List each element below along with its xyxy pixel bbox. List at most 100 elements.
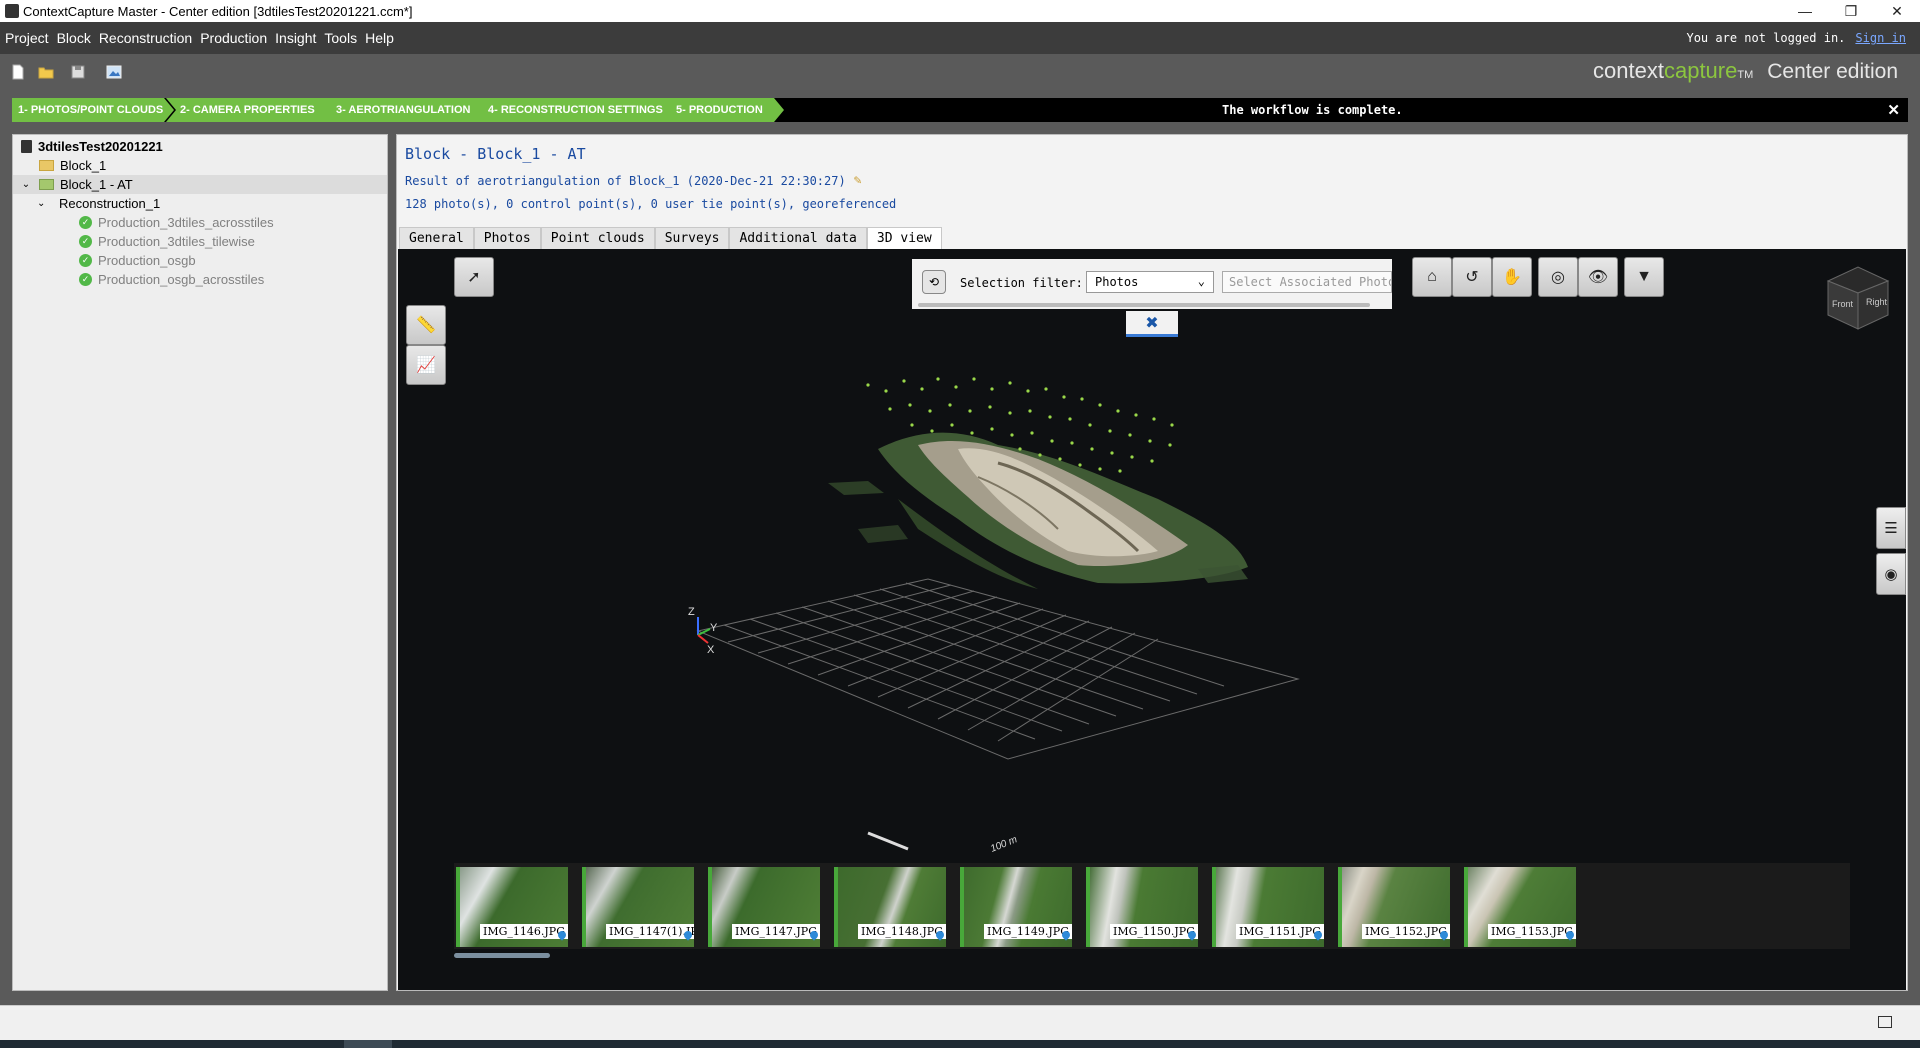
- photo-thumbnail-strip: IMG_1146.JPG IMG_1147(1).JPG IMG_1147.JP…: [454, 863, 1850, 949]
- tree-item-project[interactable]: 3dtilesTest20201221: [21, 137, 163, 156]
- photo-thumbnail[interactable]: IMG_1147.JPG: [708, 867, 820, 947]
- pan-button[interactable]: ✋: [1492, 257, 1532, 297]
- tree-item-production[interactable]: ✓ Production_osgb_acrosstiles: [79, 270, 264, 289]
- photo-thumbnail[interactable]: IMG_1149.JPG: [960, 867, 1072, 947]
- maximize-button[interactable]: ❐: [1828, 0, 1874, 22]
- panel-layout-icon[interactable]: [1878, 1016, 1892, 1028]
- check-icon: ✓: [79, 254, 92, 267]
- os-taskbar: [0, 1040, 1920, 1048]
- tree-item-production[interactable]: ✓ Production_3dtiles_acrosstiles: [79, 213, 274, 232]
- layers-button[interactable]: ☰: [1876, 507, 1906, 549]
- workflow-step-photos[interactable]: 1- PHOTOS/POINT CLOUDS: [12, 98, 174, 122]
- menu-block[interactable]: Block: [57, 30, 91, 46]
- tree-label: Production_osgb_acrosstiles: [98, 272, 265, 287]
- collapse-chevron-icon[interactable]: ⌄: [37, 198, 59, 209]
- tab-general[interactable]: General: [399, 227, 474, 249]
- workflow-step-reconstruction[interactable]: 4- RECONSTRUCTION SETTINGS: [474, 98, 678, 122]
- photo-filename: IMG_1147(1).JPG: [606, 924, 694, 939]
- menu-reconstruction[interactable]: Reconstruction: [99, 30, 192, 46]
- close-window-button[interactable]: ✕: [1874, 0, 1920, 22]
- photo-filename: IMG_1146.JPG: [480, 924, 568, 939]
- zoom-extent-button[interactable]: ◎: [1538, 257, 1578, 297]
- photo-thumbnail[interactable]: IMG_1153.JPG: [1464, 867, 1576, 947]
- globe-icon: ◉: [1884, 566, 1898, 583]
- tree-item-block1[interactable]: Block_1: [39, 156, 106, 175]
- photo-filename: IMG_1147.JPG: [732, 924, 820, 939]
- taskbar-item[interactable]: [344, 1040, 392, 1048]
- workflow-step-aerotriangulation[interactable]: 3- AEROTRIANGULATION: [322, 98, 490, 122]
- globe-button[interactable]: ◉: [1876, 553, 1906, 595]
- 3d-viewer[interactable]: Z Y X 100 m ➚ 📏 📈 ⟲ Selection filter: Ph…: [398, 249, 1906, 990]
- tab-point-clouds[interactable]: Point clouds: [540, 227, 655, 249]
- tab-additional-data[interactable]: Additional data: [729, 227, 867, 249]
- axis-gizmo: Z Y X: [688, 606, 718, 656]
- brand-logo: context capture TM Center edition: [1593, 58, 1898, 84]
- menu-help[interactable]: Help: [365, 30, 394, 46]
- edit-pencil-icon[interactable]: ✎: [854, 173, 862, 188]
- screenshot-icon[interactable]: [106, 64, 122, 80]
- scale-bar: [867, 831, 909, 851]
- tree-item-block-at[interactable]: ⌄ Block_1 - AT: [13, 175, 387, 194]
- open-folder-icon[interactable]: [38, 64, 54, 80]
- tree-label: Production_3dtiles_acrosstiles: [98, 215, 274, 230]
- brand-trademark: TM: [1737, 69, 1754, 81]
- visibility-button[interactable]: 👁: [1578, 257, 1618, 297]
- back-icon[interactable]: ⟲: [922, 270, 946, 294]
- selection-filter-panel: ⟲ Selection filter: Photos ⌄ Select Asso…: [912, 259, 1392, 309]
- selection-filter-dropdown[interactable]: Photos ⌄: [1086, 271, 1214, 293]
- menu-project[interactable]: Project: [5, 30, 49, 46]
- tab-3d-view[interactable]: 3D view: [866, 227, 942, 249]
- home-view-button[interactable]: ⌂: [1412, 257, 1452, 297]
- photo-filename: IMG_1150.JPG: [1110, 924, 1198, 939]
- photo-thumbnail[interactable]: IMG_1150.JPG: [1086, 867, 1198, 947]
- tree-item-production[interactable]: ✓ Production_3dtiles_tilewise: [79, 232, 255, 251]
- select-tool-button[interactable]: ➚: [454, 257, 494, 297]
- workflow-step-label: 4- RECONSTRUCTION SETTINGS: [488, 104, 663, 116]
- associated-photos-input[interactable]: Select Associated Photos: [1222, 271, 1392, 293]
- photo-thumbnail[interactable]: IMG_1147(1).JPG: [582, 867, 694, 947]
- orbit-button[interactable]: ↺: [1452, 257, 1492, 297]
- tree-item-reconstruction[interactable]: ⌄ Reconstruction_1: [37, 194, 160, 213]
- tree-label: Production_3dtiles_tilewise: [98, 234, 255, 249]
- workflow-step-label: 3- AEROTRIANGULATION: [336, 104, 471, 116]
- check-icon: ✓: [79, 216, 92, 229]
- tree-item-production[interactable]: ✓ Production_osgb: [79, 251, 196, 270]
- menu-insight[interactable]: Insight: [275, 30, 316, 46]
- tools-toggle-tab[interactable]: ✖: [1126, 311, 1178, 337]
- workflow-message: The workflow is complete.: [1222, 103, 1403, 117]
- photo-thumbnail[interactable]: IMG_1148.JPG: [834, 867, 946, 947]
- login-status: You are not logged in. Sign in: [1686, 22, 1906, 54]
- photo-filename: IMG_1151.JPG: [1236, 924, 1324, 939]
- menu-production[interactable]: Production: [200, 30, 267, 46]
- tab-photos[interactable]: Photos: [473, 227, 541, 249]
- photo-filename: IMG_1152.JPG: [1362, 924, 1450, 939]
- sign-in-link[interactable]: Sign in: [1855, 31, 1906, 45]
- navigation-cube[interactable]: Front Right: [1822, 263, 1894, 333]
- tab-surveys[interactable]: Surveys: [654, 227, 730, 249]
- save-icon[interactable]: [70, 64, 86, 80]
- collapse-chevron-icon[interactable]: ⌄: [13, 179, 39, 190]
- new-project-icon[interactable]: [10, 64, 26, 80]
- thumbnail-scrollbar[interactable]: [454, 953, 550, 958]
- hand-icon: ✋: [1502, 269, 1522, 286]
- workflow-step-production[interactable]: 5- PRODUCTION: [662, 98, 784, 122]
- filter-button[interactable]: ▼: [1624, 257, 1664, 297]
- orbit-icon: ↺: [1465, 269, 1479, 286]
- tools-icon: ✖: [1145, 314, 1159, 332]
- measure-tool-button[interactable]: 📏: [406, 305, 446, 345]
- workflow-close-icon[interactable]: ✕: [1887, 98, 1900, 122]
- filter-scrollbar[interactable]: [918, 303, 1370, 307]
- axis-label-y: Y: [710, 622, 718, 634]
- photo-thumbnail[interactable]: IMG_1152.JPG: [1338, 867, 1450, 947]
- axis-label-x: X: [707, 644, 715, 656]
- workflow-step-label: 5- PRODUCTION: [676, 104, 763, 116]
- profile-tool-button[interactable]: 📈: [406, 345, 446, 385]
- workflow-step-camera[interactable]: 2- CAMERA PROPERTIES: [166, 98, 338, 122]
- minimize-button[interactable]: —: [1782, 0, 1828, 22]
- tree-label: Production_osgb: [98, 253, 196, 268]
- photo-thumbnail[interactable]: IMG_1146.JPG: [456, 867, 568, 947]
- folder-icon: [39, 160, 54, 171]
- axis-label-z: Z: [688, 606, 695, 618]
- menu-tools[interactable]: Tools: [324, 30, 357, 46]
- photo-thumbnail[interactable]: IMG_1151.JPG: [1212, 867, 1324, 947]
